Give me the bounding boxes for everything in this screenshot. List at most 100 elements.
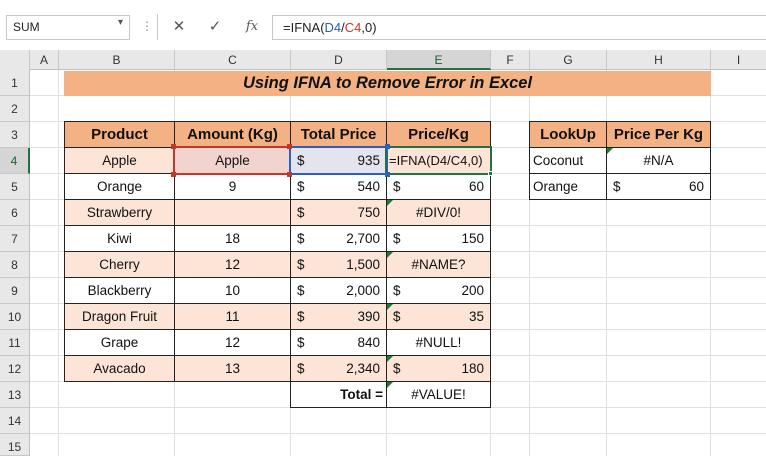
column-header-i[interactable]: I — [711, 50, 766, 70]
row-header-4[interactable]: 4 — [0, 148, 30, 174]
row-header-6[interactable]: 6 — [0, 200, 30, 226]
header-product[interactable]: Product — [64, 121, 175, 148]
ref-handle[interactable] — [287, 172, 292, 177]
name-box-value[interactable]: SUM — [13, 20, 40, 34]
total-value-cell[interactable]: #VALUE! — [386, 381, 491, 408]
column-header-f[interactable]: F — [491, 50, 530, 70]
header-price-per-kg-lookup[interactable]: Price Per Kg — [606, 121, 711, 148]
cell-product[interactable]: Avacado — [64, 355, 175, 382]
row-header-12[interactable]: 12 — [0, 356, 30, 382]
header-total-price[interactable]: Total Price — [290, 121, 387, 148]
cell-total[interactable]: $390 — [290, 303, 387, 330]
cell-price[interactable]: #NULL! — [386, 329, 491, 356]
cancel-icon[interactable]: ✕ — [167, 15, 191, 39]
cell-total[interactable]: $840 — [290, 329, 387, 356]
cell-amount[interactable] — [174, 199, 291, 226]
column-header-d[interactable]: D — [291, 50, 387, 70]
select-all-corner[interactable] — [0, 50, 30, 70]
cell-product[interactable]: Grape — [64, 329, 175, 356]
row-header-5[interactable]: 5 — [0, 174, 30, 200]
row-header-7[interactable]: 7 — [0, 226, 30, 252]
column-header-g[interactable]: G — [530, 50, 607, 70]
currency-symbol: $ — [393, 179, 401, 194]
row-header-9[interactable]: 9 — [0, 278, 30, 304]
drag-handle-icon[interactable]: ⋮ — [141, 19, 153, 33]
insert-function-icon[interactable]: fx — [240, 15, 264, 39]
cell-product[interactable]: Apple — [64, 147, 175, 174]
cell-total[interactable]: $2,340 — [290, 355, 387, 382]
cell-product[interactable]: Kiwi — [64, 225, 175, 252]
cell-product[interactable]: Strawberry — [64, 199, 175, 226]
sheet-title[interactable]: Using IFNA to Remove Error in Excel — [64, 71, 711, 96]
header-price-per-kg[interactable]: Price/Kg — [386, 121, 491, 148]
cell-total[interactable]: $540 — [290, 173, 387, 200]
cell-amount[interactable]: 12 — [174, 329, 291, 356]
ref-handle[interactable] — [171, 144, 176, 149]
header-amount[interactable]: Amount (Kg) — [174, 121, 291, 148]
ref-handle[interactable] — [385, 144, 390, 149]
currency-symbol: $ — [393, 283, 401, 298]
column-header-a[interactable]: A — [30, 50, 59, 70]
chevron-down-icon[interactable]: ▾ — [118, 17, 123, 28]
row-header-13[interactable]: 13 — [0, 382, 30, 408]
cell-total[interactable]: $750 — [290, 199, 387, 226]
cell-price[interactable]: $180 — [386, 355, 491, 382]
total-label[interactable]: Total = — [290, 381, 387, 408]
column-header-b[interactable]: B — [59, 50, 175, 70]
lookup-price[interactable]: #N/A — [606, 147, 711, 174]
cell-total[interactable]: $2,000 — [290, 277, 387, 304]
row-header-8[interactable]: 8 — [0, 252, 30, 278]
cell-total[interactable]: $2,700 — [290, 225, 387, 252]
cell-amount[interactable]: 10 — [174, 277, 291, 304]
cell-product[interactable]: Blackberry — [64, 277, 175, 304]
enter-icon[interactable]: ✓ — [203, 15, 227, 39]
column-header-row: A B C D E F G H I — [0, 50, 766, 70]
formula-text[interactable]: =IFNA(D4/C4,0) — [283, 20, 377, 35]
cell-product[interactable]: Dragon Fruit — [64, 303, 175, 330]
ref-handle[interactable] — [171, 172, 176, 177]
formula-prefix: =IFNA( — [283, 20, 325, 35]
currency-symbol: $ — [297, 257, 305, 272]
cell-amount[interactable]: 18 — [174, 225, 291, 252]
price-value: 180 — [461, 361, 484, 376]
row-header-14[interactable]: 14 — [0, 408, 30, 434]
fill-handle[interactable] — [488, 171, 493, 176]
ref-handle[interactable] — [287, 144, 292, 149]
price-value: 60 — [688, 179, 704, 194]
cell-price[interactable]: #DIV/0! — [386, 199, 491, 226]
row-header-11[interactable]: 11 — [0, 330, 30, 356]
column-header-c[interactable]: C — [175, 50, 291, 70]
currency-symbol: $ — [297, 361, 305, 376]
formula-suffix: ,0) — [361, 20, 377, 35]
lookup-item[interactable]: Orange — [529, 173, 607, 200]
cell-amount[interactable]: 9 — [174, 173, 291, 200]
cell-price[interactable]: #NAME? — [386, 251, 491, 278]
row-header-1[interactable]: 1 — [0, 70, 30, 96]
column-header-h[interactable]: H — [607, 50, 711, 70]
header-lookup[interactable]: LookUp — [529, 121, 607, 148]
total-value: 1,500 — [346, 257, 380, 272]
lookup-price[interactable]: $60 — [606, 173, 711, 200]
column-header-e[interactable]: E — [387, 50, 491, 70]
row-header-3[interactable]: 3 — [0, 122, 30, 148]
row-header-2[interactable]: 2 — [0, 96, 30, 122]
row-header-10[interactable]: 10 — [0, 304, 30, 330]
formula-input[interactable]: =IFNA(D4/C4,0) — [272, 15, 766, 40]
cell-product[interactable]: Cherry — [64, 251, 175, 278]
ref-highlight-d4 — [289, 146, 388, 175]
cell-amount[interactable]: 13 — [174, 355, 291, 382]
cell-total[interactable]: $1,500 — [290, 251, 387, 278]
total-value: 390 — [357, 309, 380, 324]
total-value: 750 — [357, 205, 380, 220]
cell-product[interactable]: Orange — [64, 173, 175, 200]
row-header-15[interactable]: 15 — [0, 434, 30, 456]
cell-amount[interactable]: 12 — [174, 251, 291, 278]
cell-price[interactable]: $150 — [386, 225, 491, 252]
cell-price[interactable]: $60 — [386, 173, 491, 200]
lookup-item[interactable]: Coconut — [529, 147, 607, 174]
cell-price[interactable]: $35 — [386, 303, 491, 330]
ref-handle[interactable] — [385, 172, 390, 177]
cell-price[interactable]: $200 — [386, 277, 491, 304]
cell-amount[interactable]: 11 — [174, 303, 291, 330]
name-box[interactable]: SUM ▾ — [6, 15, 130, 40]
